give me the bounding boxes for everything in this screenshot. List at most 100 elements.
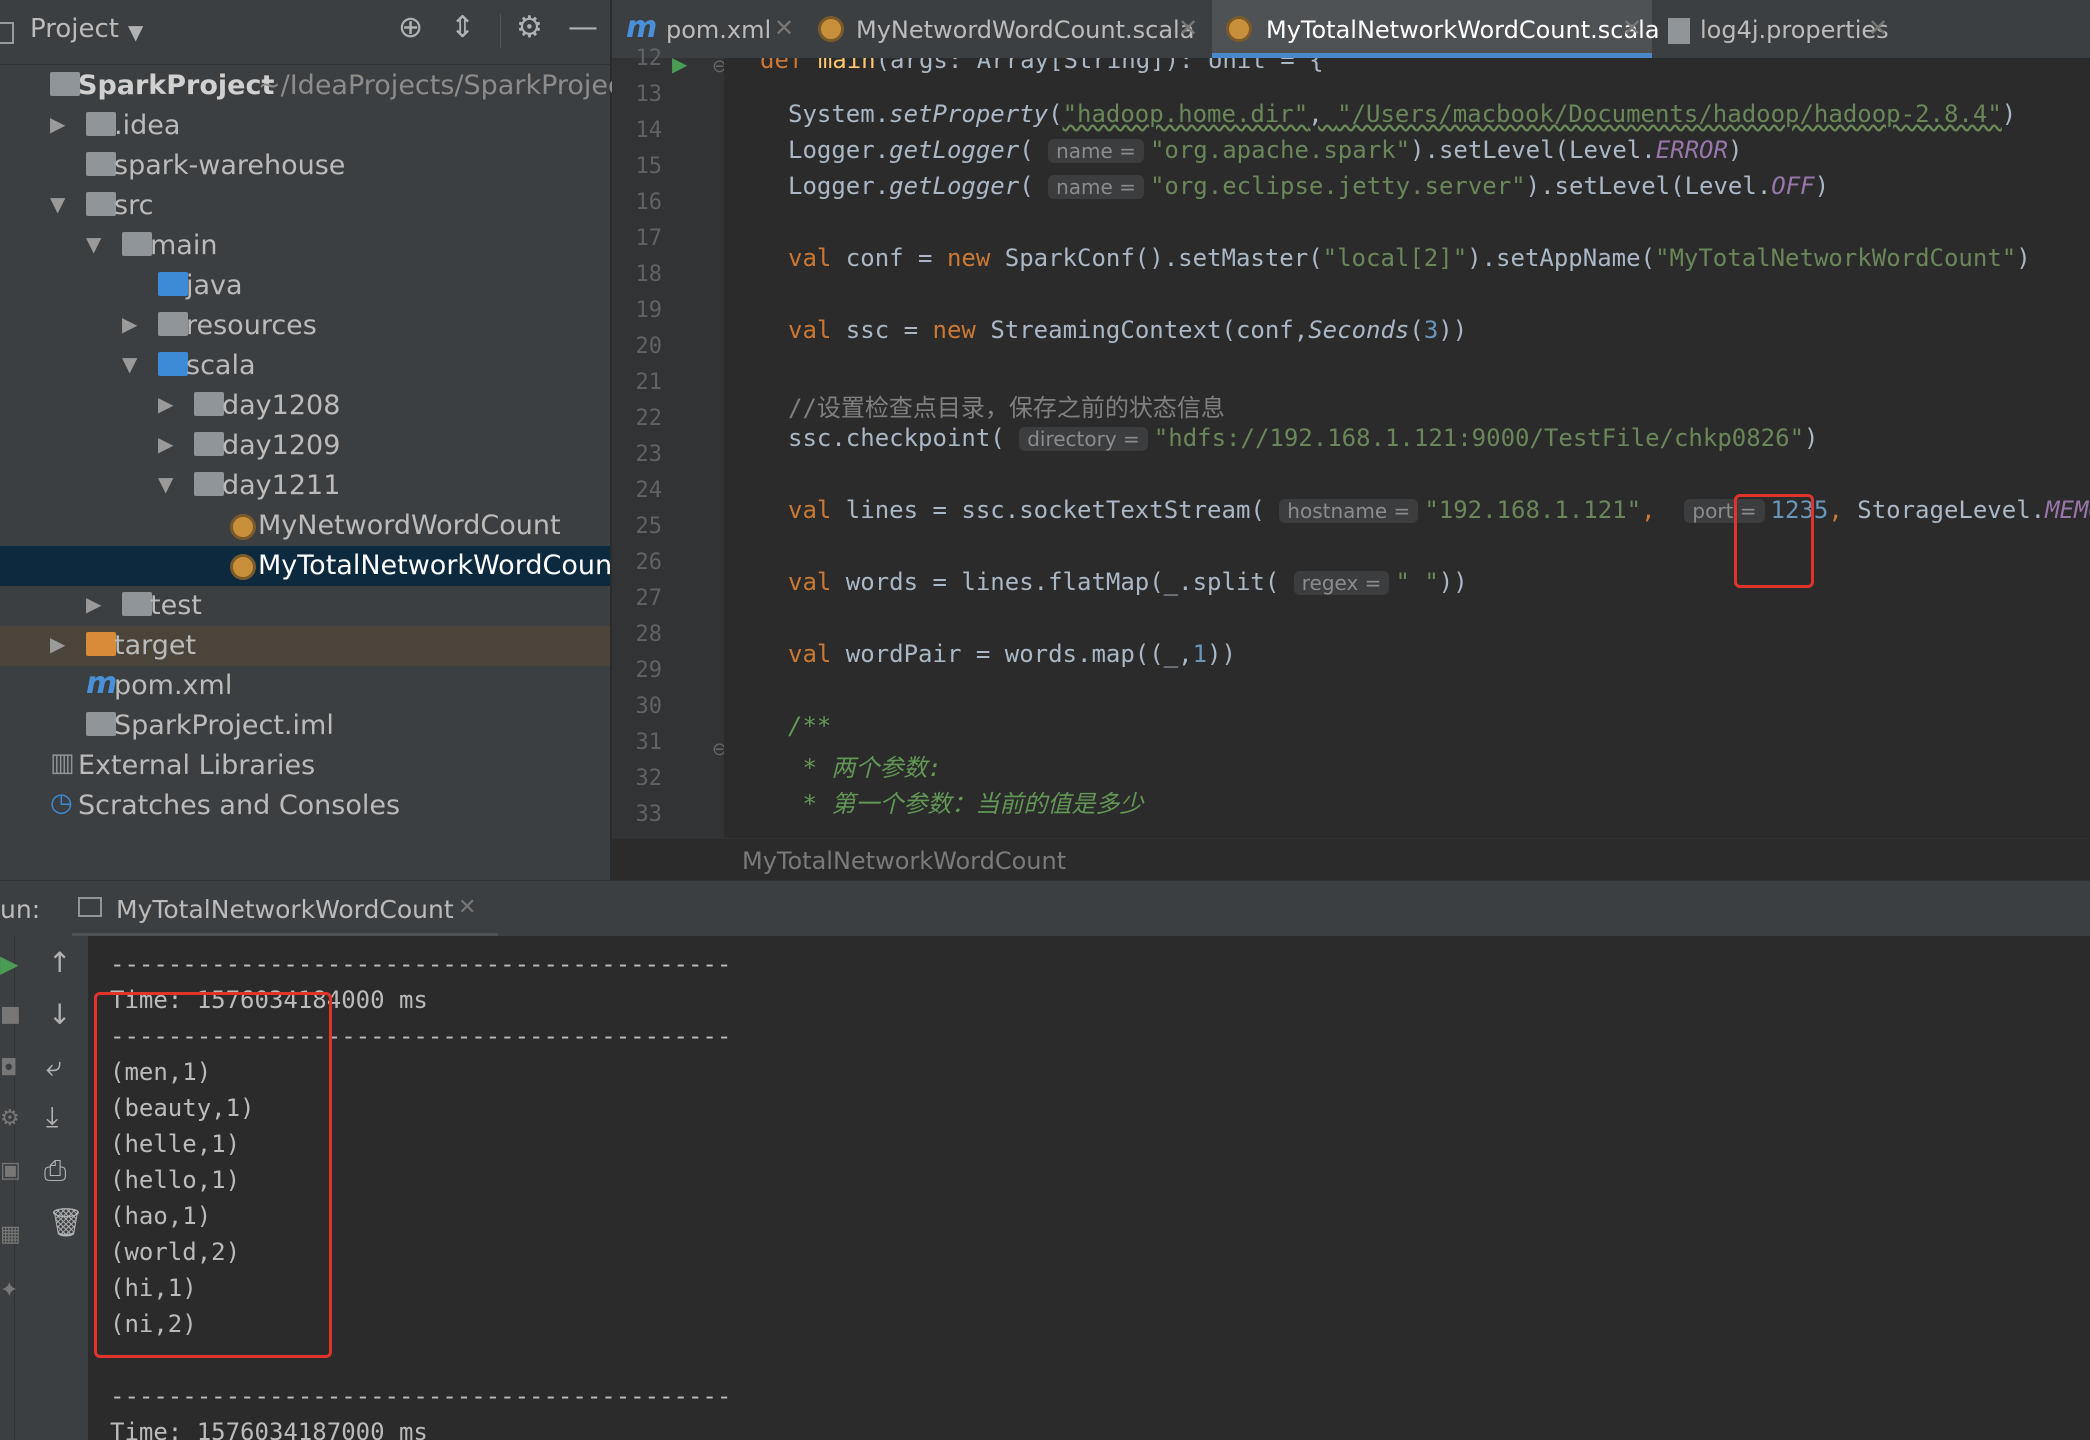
- param-hint: regex =: [1293, 571, 1390, 595]
- source-folder-icon: [158, 272, 188, 296]
- close-icon[interactable]: ✕: [1868, 14, 1888, 42]
- param-hint: name =: [1048, 175, 1144, 199]
- hide-icon[interactable]: —: [568, 10, 598, 45]
- port-highlight-box: [1734, 494, 1814, 588]
- tree-item-label: main: [150, 230, 218, 261]
- tree-item-target[interactable]: ▶ target: [0, 626, 610, 666]
- tree-item-src[interactable]: ▼ src: [0, 186, 610, 226]
- tab-mytotalnetworkwordcount[interactable]: MyTotalNetworkWordCount.scala ✕: [1212, 0, 1660, 58]
- editor-gutter: 12 13 14 15 16 17 18 19 20 21 22 23 24 25 26 27 28 29 30 31…: [612, 46, 727, 838]
- restore-layout-icon[interactable]: ▣: [0, 1158, 21, 1183]
- collapse-arrow-icon[interactable]: ▼: [86, 232, 101, 256]
- line-number: 17: [635, 226, 663, 251]
- tree-item-mynetwordwordcount[interactable]: MyNetwordWordCount: [0, 506, 610, 546]
- tree-item-label: SparkProject: [78, 70, 275, 101]
- tree-item-label: src: [114, 190, 154, 221]
- code-line-12: def main(args: Array[String]): Unit = {: [760, 58, 1324, 74]
- tree-item-main[interactable]: ▼ main: [0, 226, 610, 266]
- tree-item-label: target: [114, 630, 197, 661]
- tree-item-scratches-and-consoles[interactable]: ◷ Scratches and Consoles: [0, 786, 610, 826]
- tree-item-mytotalnetworkwordcount[interactable]: MyTotalNetworkWordCount: [0, 546, 623, 586]
- breadcrumb-item[interactable]: MyTotalNetworkWordCount: [742, 847, 1066, 875]
- tree-item--idea[interactable]: ▶ .idea: [0, 106, 610, 146]
- line-number: 29: [635, 658, 663, 683]
- editor-breadcrumb: MyTotalNetworkWordCount: [612, 838, 2090, 881]
- tree-item-sparkproject[interactable]: SparkProject ~/IdeaProjects/SparkProject: [0, 66, 633, 106]
- rerun-icon[interactable]: ▶: [0, 950, 18, 978]
- tree-item-spark-warehouse[interactable]: spark-warehouse: [0, 146, 610, 186]
- line-number: 21: [635, 370, 663, 395]
- gear-icon[interactable]: ⚙: [516, 10, 543, 45]
- console-output[interactable]: ----------------------------------------…: [88, 936, 2090, 1440]
- tree-item-label: External Libraries: [78, 750, 316, 781]
- collapse-arrow-icon[interactable]: ▼: [50, 192, 65, 216]
- code-line-32: * 两个参数:: [788, 754, 942, 782]
- locate-icon[interactable]: ⊕: [398, 10, 423, 45]
- chevron-down-icon[interactable]: ▼: [128, 20, 143, 44]
- close-icon[interactable]: ✕: [774, 14, 794, 42]
- output-highlight-box: [94, 992, 332, 1358]
- line-number: 23: [635, 442, 663, 467]
- expand-arrow-icon[interactable]: ▶: [86, 592, 101, 616]
- line-number: 20: [635, 334, 663, 359]
- settings-icon[interactable]: ⚙: [0, 1106, 20, 1131]
- down-arrow-icon[interactable]: ↓: [48, 998, 71, 1031]
- run-tab[interactable]: MyTotalNetworkWordCount ✕: [72, 881, 498, 937]
- code-line-27: val words = lines.flatMap(_.split( regex…: [788, 568, 1468, 596]
- expand-arrow-icon[interactable]: ▶: [122, 312, 137, 336]
- package-icon: [194, 392, 224, 416]
- tree-item-day1211[interactable]: ▼ day1211: [0, 466, 610, 506]
- project-panel-header: Project ▼ ⊕ ⇕ ⚙ —: [0, 0, 610, 65]
- expand-arrow-icon[interactable]: ▶: [50, 112, 65, 136]
- pin-icon[interactable]: ✦: [0, 1278, 18, 1303]
- scroll-to-end-icon[interactable]: ⤓: [46, 1100, 58, 1134]
- line-number: 33: [635, 802, 663, 827]
- trash-icon[interactable]: 🗑: [48, 1206, 84, 1239]
- tree-item-resources[interactable]: ▶ resources: [0, 306, 610, 346]
- project-panel: Project ▼ ⊕ ⇕ ⚙ — SparkProject ~/IdeaProj…: [0, 0, 633, 880]
- up-arrow-icon[interactable]: ↑: [48, 946, 71, 979]
- soft-wrap-icon[interactable]: ⤶: [46, 1050, 62, 1084]
- code-line-23: ssc.checkpoint( directory = "hdfs://192.1…: [788, 424, 1819, 452]
- run-gutter-icon[interactable]: ▶: [672, 52, 687, 76]
- close-icon[interactable]: ✕: [1178, 14, 1198, 42]
- maven-icon: m: [86, 666, 118, 701]
- stop-icon[interactable]: ■: [0, 1002, 21, 1027]
- expand-arrow-icon[interactable]: ▶: [158, 392, 173, 416]
- layout-icon[interactable]: ▦: [0, 1222, 21, 1247]
- tree-item-label: java: [186, 270, 243, 301]
- collapse-arrow-icon[interactable]: ▼: [158, 472, 173, 496]
- close-icon[interactable]: ✕: [1622, 14, 1642, 42]
- tab-log4j-properties[interactable]: log4j.properties ✕: [1654, 0, 1894, 58]
- run-tool-window-header: un: MyTotalNetworkWordCount ✕: [0, 880, 2090, 937]
- properties-file-icon: [1668, 18, 1690, 44]
- close-icon[interactable]: ✕: [458, 895, 476, 920]
- tree-item-label: MyNetwordWordCount: [258, 510, 561, 541]
- code-line-29: val wordPair = words.map((_,1)): [788, 640, 1236, 668]
- tab-mynetwordwordcount[interactable]: MyNetwordWordCount.scala ✕: [806, 0, 1210, 58]
- code-editor[interactable]: def main(args: Array[String]): Unit = { …: [724, 58, 2090, 838]
- expand-arrow-icon[interactable]: ▶: [158, 432, 173, 456]
- code-line-20: val ssc = new StreamingContext(conf,Seco…: [788, 316, 1468, 344]
- tree-item-scala[interactable]: ▼ scala: [0, 346, 610, 386]
- tree-item-test[interactable]: ▶ test: [0, 586, 610, 626]
- line-number: 12: [635, 46, 663, 71]
- line-number: 31: [635, 730, 663, 755]
- print-icon[interactable]: ⎙: [44, 1154, 66, 1188]
- tree-item-external-libraries[interactable]: ▥ External Libraries: [0, 746, 610, 786]
- expand-arrow-icon[interactable]: ▶: [50, 632, 65, 656]
- project-view-title[interactable]: Project: [30, 14, 119, 44]
- line-number: 13: [635, 82, 663, 107]
- tree-item-pom-xml[interactable]: m pom.xml: [0, 666, 610, 706]
- tree-item-sparkproject-iml[interactable]: SparkProject.iml: [0, 706, 610, 746]
- collapse-all-icon[interactable]: ⇕: [450, 10, 475, 45]
- tree-item-java[interactable]: java: [0, 266, 610, 306]
- iml-file-icon: [86, 712, 116, 736]
- tree-item-day1209[interactable]: ▶ day1209: [0, 426, 610, 466]
- package-icon: [194, 432, 224, 456]
- tree-item-label: test: [150, 590, 202, 621]
- line-number: 28: [635, 622, 663, 647]
- collapse-arrow-icon[interactable]: ▼: [122, 352, 137, 376]
- tree-item-day1208[interactable]: ▶ day1208: [0, 386, 610, 426]
- camera-icon[interactable]: ◘: [0, 1056, 17, 1081]
